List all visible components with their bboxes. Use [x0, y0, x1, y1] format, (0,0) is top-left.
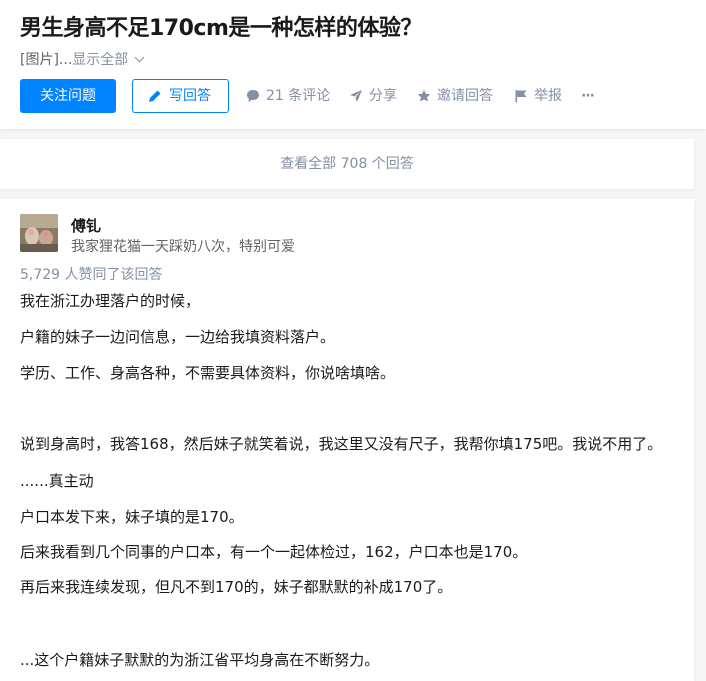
show-all-link[interactable]: 显示全部	[72, 52, 145, 68]
more-icon[interactable]: ···	[581, 79, 601, 113]
answer-paragraph: 说到身高时，我答168，然后妹子就笑着说，我这里又没有尺子，我帮你填175吧。我…	[20, 435, 663, 453]
write-answer-button[interactable]: 写回答	[132, 79, 229, 113]
invite-answer-label: 邀请回答	[437, 88, 493, 104]
report-button[interactable]: 举报	[514, 79, 564, 113]
pen-icon	[149, 90, 161, 102]
flag-icon	[515, 90, 527, 103]
share-icon	[350, 90, 362, 102]
vote-count: 5,729 人赞同了该回答	[20, 267, 163, 283]
avatar[interactable]	[20, 214, 58, 252]
answer-paragraph: 户籍的妹子一边问信息，一边给我填资料落户。	[20, 328, 336, 346]
question-excerpt: [图片]...显示全部	[20, 49, 145, 69]
author-name[interactable]: 傅钆	[71, 215, 101, 236]
answer-paragraph: 后来我看到几个同事的户口本，有一个一起体检过，162，户口本也是170。	[20, 543, 528, 561]
report-label: 举报	[534, 88, 562, 104]
question-header: 男生身高不足170cm是一种怎样的体验？ [图片]...显示全部 关注问题 写回…	[0, 0, 706, 129]
answer-paragraph: ......真主动	[20, 472, 94, 490]
answer-paragraph: ...这个户籍妹子默默的为浙江省平均身高在不断努力。	[20, 651, 380, 669]
answer-card: 傅钆 我家狸花猫一天踩奶八次，特别可爱 5,729 人赞同了该回答 我在浙江办理…	[0, 199, 694, 681]
write-answer-label: 写回答	[169, 88, 211, 104]
share-label: 分享	[369, 88, 397, 104]
comment-icon	[247, 90, 259, 102]
invite-answer-button[interactable]: 邀请回答	[417, 79, 495, 113]
follow-question-button[interactable]: 关注问题	[20, 79, 116, 113]
answer-paragraph: 再后来我连续发现，但凡不到170的，妹子都默默的补成170了。	[20, 578, 453, 596]
answer-paragraph: 户口本发下来，妹子填的是170。	[20, 508, 244, 526]
comments-button[interactable]: 21 条评论	[246, 79, 330, 113]
excerpt-text: [图片]...	[20, 52, 73, 68]
answer-paragraph: 我在浙江办理落户的时候，	[20, 292, 201, 310]
show-all-label: 显示全部	[72, 52, 129, 68]
comments-label: 21 条评论	[266, 88, 331, 104]
chevron-down-icon	[134, 52, 145, 63]
author-bio: 我家狸花猫一天踩奶八次，特别可爱	[71, 239, 295, 255]
share-button[interactable]: 分享	[349, 79, 399, 113]
question-title: 男生身高不足170cm是一种怎样的体验？	[20, 16, 422, 41]
view-all-answers-button[interactable]: 查看全部 708 个回答	[0, 139, 694, 189]
answer-paragraph: 学历、工作、身高各种，不需要具体资料，你说啥填啥。	[20, 364, 396, 382]
star-icon	[417, 89, 431, 102]
